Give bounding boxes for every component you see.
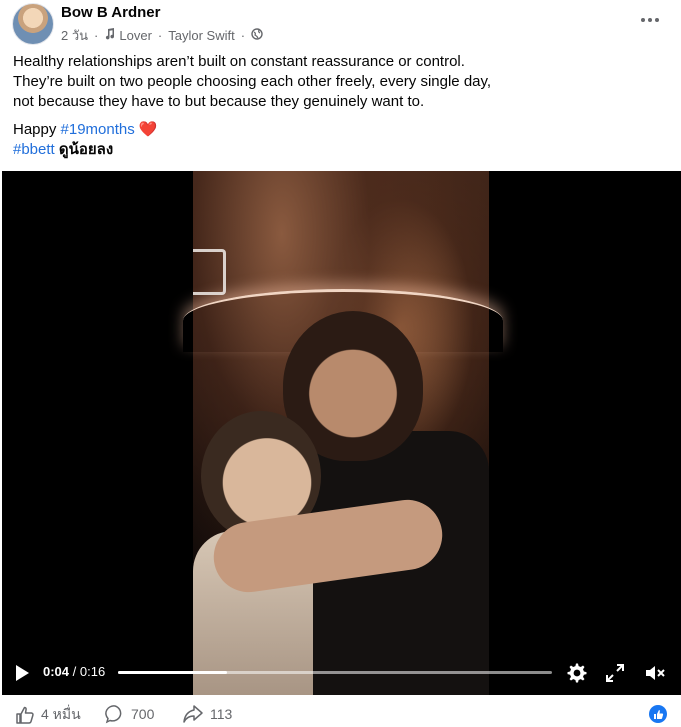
more-icon xyxy=(641,18,645,22)
post-time[interactable]: 2 วัน xyxy=(61,25,88,46)
fullscreen-icon[interactable] xyxy=(604,662,626,684)
author-name[interactable]: Bow B Ardner xyxy=(61,4,160,21)
meta-separator: · xyxy=(94,28,99,43)
video-controls: 0:04 / 0:16 xyxy=(2,655,681,691)
video-progress-bar[interactable] xyxy=(118,671,552,674)
author-avatar[interactable] xyxy=(12,3,54,45)
video-frame xyxy=(183,171,503,695)
share-icon xyxy=(182,704,204,724)
meta-separator: · xyxy=(157,28,163,43)
song-title[interactable]: Lover xyxy=(119,28,152,43)
facebook-post: Bow B Ardner 2 วัน · Lover · Taylor Swif… xyxy=(0,0,681,727)
like-button[interactable]: 4 หมื่น xyxy=(15,704,81,726)
post-footer: 4 หมื่น 700 113 xyxy=(0,700,681,727)
globe-icon xyxy=(251,28,263,43)
music-note-icon xyxy=(104,28,115,43)
share-button[interactable]: 113 xyxy=(182,704,232,724)
hashtag-bbett[interactable]: #bbett xyxy=(13,141,55,158)
caption-line: not because they have to but because the… xyxy=(13,93,425,110)
meta-separator: · xyxy=(240,28,246,43)
duration: 0:16 xyxy=(79,664,106,679)
comment-button[interactable]: 700 xyxy=(105,704,154,724)
like-count: 4 หมื่น xyxy=(41,706,81,722)
post-caption: Healthy relationships aren’t built on co… xyxy=(13,52,663,160)
happy-text: Happy xyxy=(13,121,61,138)
song-artist[interactable]: Taylor Swift xyxy=(168,28,234,43)
more-options-button[interactable] xyxy=(637,10,663,30)
thumbs-up-icon xyxy=(15,705,35,725)
volume-muted-icon[interactable] xyxy=(644,662,666,684)
see-less-link[interactable]: ดูน้อยลง xyxy=(55,141,113,158)
share-count: 113 xyxy=(210,706,233,722)
comment-count: 700 xyxy=(131,706,155,722)
caption-line: Healthy relationships aren’t built on co… xyxy=(13,53,465,70)
post-meta: 2 วัน · Lover · Taylor Swift · xyxy=(61,25,263,46)
caption-line: They’re built on two people choosing eac… xyxy=(13,73,492,90)
hashtag-19months[interactable]: #19months xyxy=(61,121,135,138)
comment-icon xyxy=(105,704,125,724)
play-icon[interactable] xyxy=(16,665,29,681)
caption-hashtag-line: #bbett ดูน้อยลง xyxy=(13,140,663,160)
video-progress-fill xyxy=(118,671,227,674)
heart-emoji: ❤️ xyxy=(138,121,158,138)
like-reaction-icon xyxy=(649,705,667,723)
gear-icon[interactable] xyxy=(566,662,588,684)
video-time: 0:04 / 0:16 xyxy=(43,664,106,679)
video-player[interactable] xyxy=(2,171,681,695)
current-time: 0:04 xyxy=(43,664,70,679)
caption-happy-line: Happy #19months ❤️ xyxy=(13,120,663,140)
